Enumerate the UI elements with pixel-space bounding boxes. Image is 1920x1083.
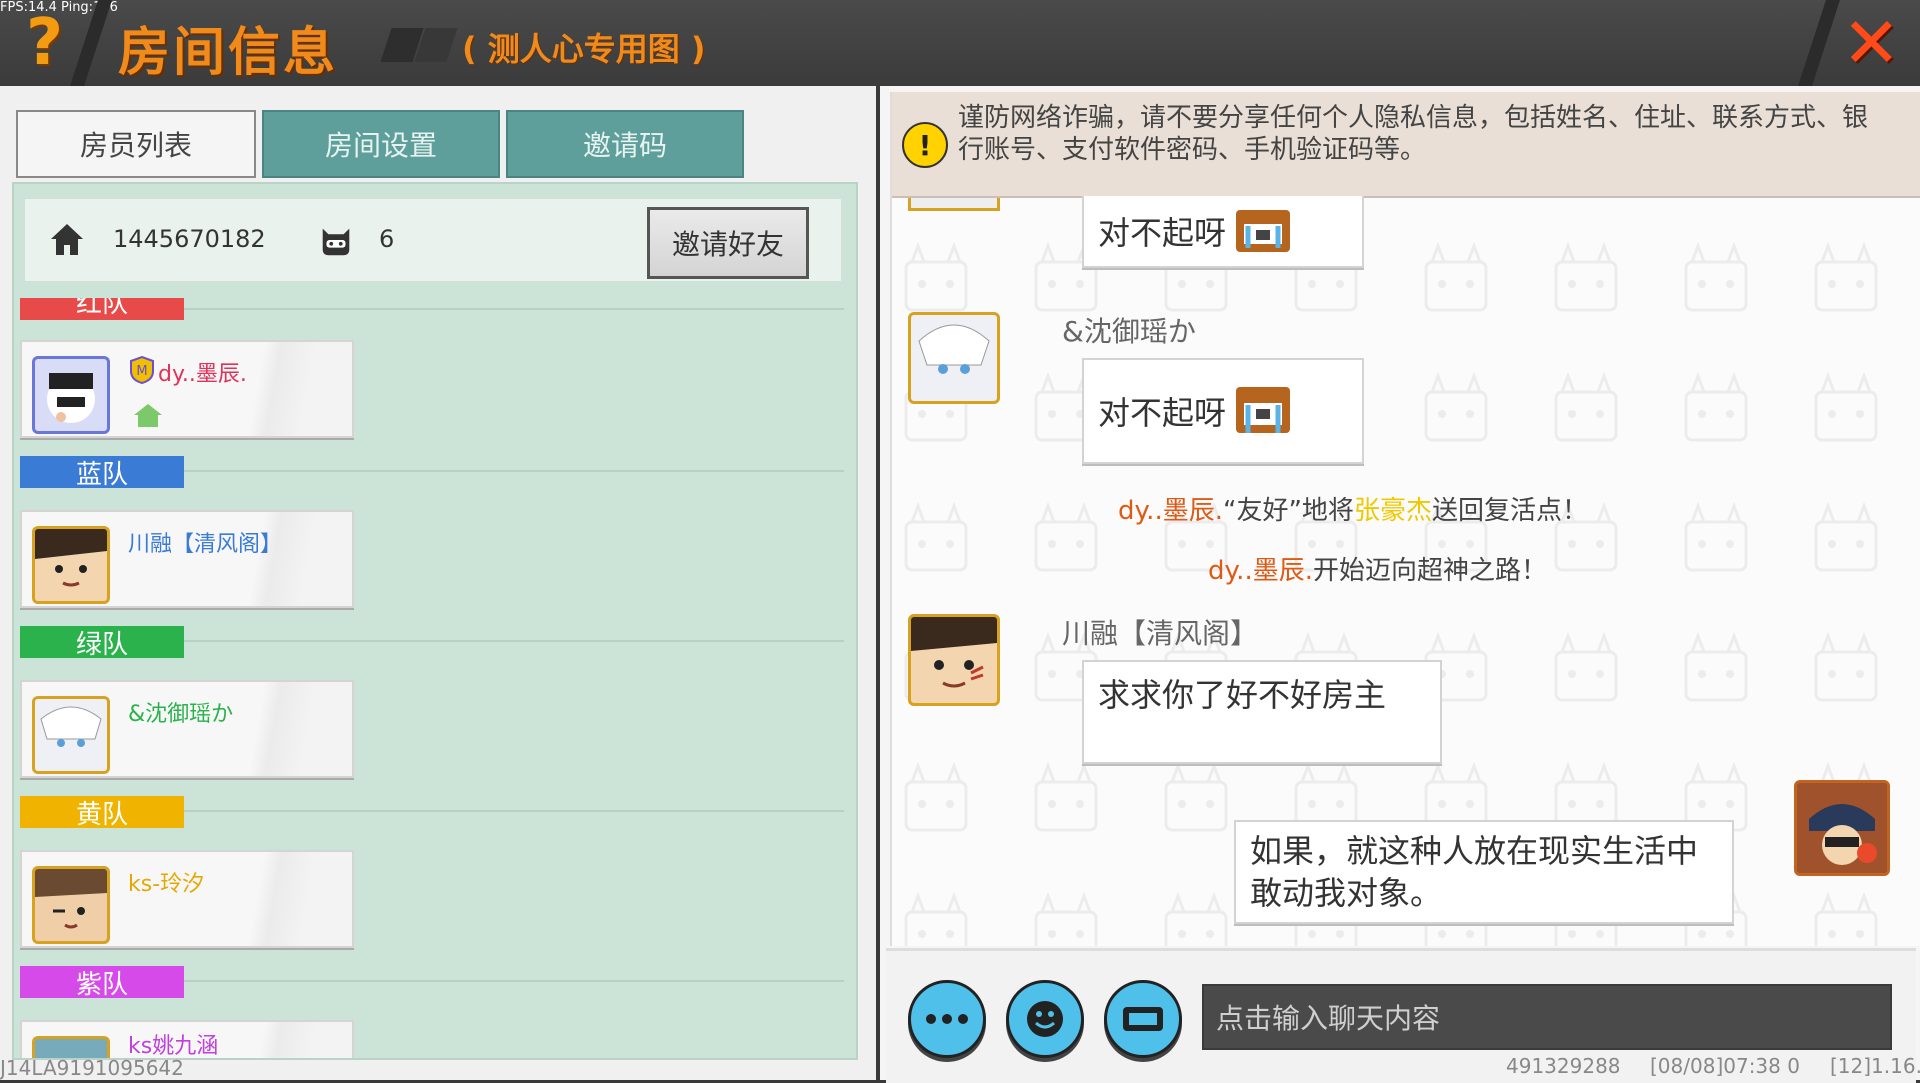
version: [12]1.16.1	[1830, 1054, 1920, 1078]
invite-friend-button[interactable]: 邀请好友	[647, 207, 809, 279]
player-count: 6	[379, 225, 395, 253]
tab-room-settings[interactable]: 房间设置	[262, 110, 500, 178]
chat-history[interactable]: ! 谨防网络诈骗，请不要分享任何个人隐私信息，包括姓名、住址、联系方式、银行账号…	[890, 92, 1920, 946]
device-id: J14LA9191095642	[0, 1056, 184, 1080]
emoji-button[interactable]	[1006, 980, 1084, 1058]
vip-badge-icon: M	[130, 356, 154, 384]
player-name: dy..墨辰.	[1208, 556, 1313, 586]
chat-bubble: 对不起呀	[1082, 196, 1364, 268]
warning-text: 谨防网络诈骗，请不要分享任何个人隐私信息，包括姓名、住址、联系方式、银行账号、支…	[958, 103, 1869, 165]
message-text: 如果，就这种人放在现实生活中敢动我对象。	[1250, 832, 1699, 912]
member-card[interactable]: &沈御瑶か	[20, 680, 354, 778]
member-list[interactable]: 1445670182 6 邀请好友 红队 M dy..墨辰. 蓝队 川融【清风阁…	[12, 182, 858, 1060]
team-label-purple: 紫队	[20, 966, 184, 1000]
tab-invite-code[interactable]: 邀请码	[506, 110, 744, 178]
avatar	[32, 356, 110, 434]
system-message: dy..墨辰.“友好”地将张豪杰送回复活点！	[1118, 490, 1588, 527]
team-divider	[184, 980, 844, 982]
chat-bubble: 对不起呀	[1082, 358, 1364, 464]
fraud-warning-banner: ! 谨防网络诈骗，请不要分享任何个人隐私信息，包括姓名、住址、联系方式、银行账号…	[892, 92, 1920, 198]
member-card[interactable]: ks姚九涵	[20, 1020, 354, 1058]
team-label-red: 红队	[20, 298, 184, 320]
member-name: 川融【清风阁】	[128, 532, 283, 557]
team-divider	[184, 470, 844, 472]
chat-bubble-own: 如果，就这种人放在现实生活中敢动我对象。	[1234, 820, 1734, 924]
house-icon	[51, 224, 83, 255]
smiley-icon	[1027, 1001, 1063, 1037]
player-name: 张豪杰	[1353, 496, 1432, 526]
chat-avatar	[908, 312, 1000, 404]
more-button[interactable]	[908, 980, 986, 1058]
message-text: 对不起呀	[1098, 214, 1227, 252]
chat-avatar	[908, 614, 1000, 706]
user-id: 491329288	[1506, 1054, 1621, 1078]
avatar	[32, 696, 110, 774]
avatar	[32, 526, 110, 604]
player-name: dy..墨辰.	[1118, 496, 1223, 526]
member-list-panel: 房员列表 房间设置 邀请码 1445670182 6 邀请好友 红队 M dy.…	[0, 86, 876, 1080]
timestamp: [08/08]07:38 0	[1650, 1054, 1800, 1078]
message-text: 求求你了好不好房主	[1098, 676, 1387, 714]
page-subtitle: ( 测人心专用图 )	[462, 30, 706, 68]
system-message: dy..墨辰.开始迈向超神之路！	[1208, 550, 1547, 587]
team-name: 红队	[75, 298, 128, 319]
close-button[interactable]: ✕	[1842, 8, 1902, 78]
chat-input[interactable]: 点击输入聊天内容	[1202, 984, 1892, 1050]
tab-member-list[interactable]: 房员列表	[16, 110, 256, 178]
team-label-green: 绿队	[20, 626, 184, 660]
team-divider	[184, 810, 844, 812]
system-text: 开始迈向超神之路！	[1312, 556, 1547, 586]
more-dots-icon	[926, 1014, 968, 1024]
member-card[interactable]: ks-玲汐	[20, 850, 354, 948]
host-house-icon	[134, 404, 162, 427]
team-label-yellow: 黄队	[20, 796, 184, 830]
page-title: 房间信息	[118, 23, 339, 83]
system-text: 送回复活点！	[1431, 496, 1588, 526]
chat-bubble: 求求你了好不好房主	[1082, 660, 1442, 764]
message-text: 对不起呀	[1098, 394, 1227, 432]
chat-avatar	[908, 198, 1000, 211]
system-text: “友好”地将	[1222, 496, 1354, 526]
help-button[interactable]: ?	[26, 8, 68, 78]
svg-text:M: M	[136, 364, 147, 379]
warning-icon: !	[902, 122, 948, 168]
team-label-blue: 蓝队	[20, 456, 184, 490]
member-name: ks-玲汐	[128, 872, 205, 897]
own-avatar	[1794, 780, 1890, 876]
room-info-bar: 1445670182 6 邀请好友	[24, 198, 842, 282]
player-count-icon	[322, 228, 350, 256]
sender-name: 川融【清风阁】	[1062, 617, 1259, 650]
team-divider	[184, 640, 844, 642]
member-card[interactable]: 川融【清风阁】	[20, 510, 354, 608]
member-name: &沈御瑶か	[128, 702, 234, 727]
room-id: 1445670182	[113, 225, 266, 253]
sender-name: &沈御瑶か	[1062, 315, 1196, 348]
keyboard-button[interactable]	[1104, 980, 1182, 1058]
member-name: dy..墨辰.	[158, 362, 247, 387]
team-divider	[184, 308, 844, 310]
avatar	[32, 866, 110, 944]
keyboard-icon	[1123, 1007, 1163, 1031]
chat-panel: ! 谨防网络诈骗，请不要分享任何个人隐私信息，包括姓名、住址、联系方式、银行账号…	[880, 86, 1920, 1083]
crying-emoji-icon	[1236, 210, 1291, 252]
member-card[interactable]: M dy..墨辰.	[20, 340, 354, 438]
crying-emoji-icon	[1236, 387, 1291, 433]
